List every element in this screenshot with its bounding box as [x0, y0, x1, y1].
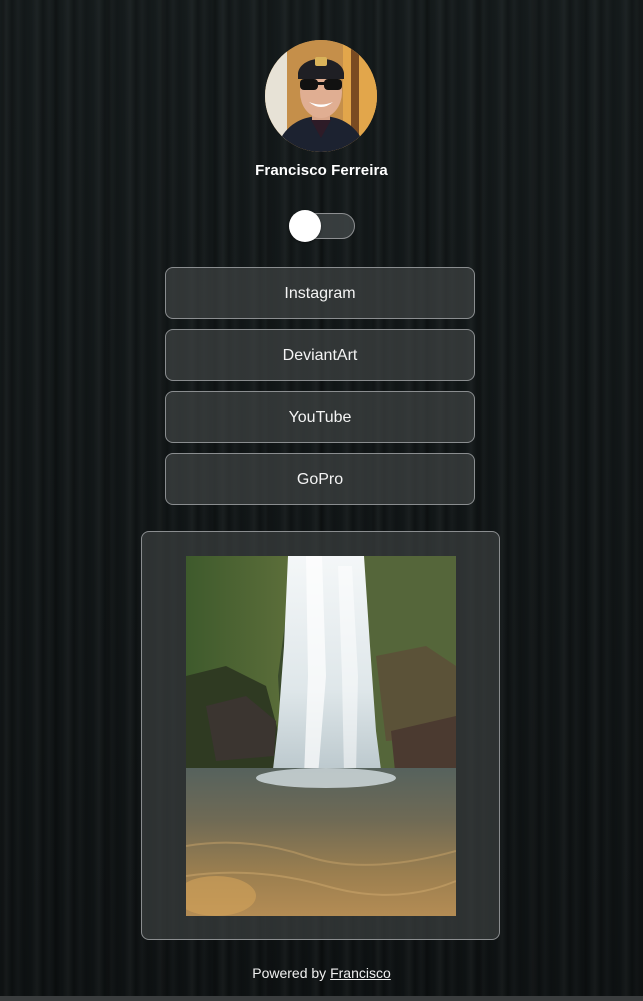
toggle-knob[interactable]	[289, 210, 321, 242]
gopro-link-button[interactable]: GoPro	[165, 453, 475, 505]
deviantart-link-button[interactable]: DeviantArt	[165, 329, 475, 381]
avatar	[265, 40, 377, 152]
featured-photo-card	[141, 531, 500, 940]
instagram-link-button[interactable]: Instagram	[165, 267, 475, 319]
footer-prefix: Powered by	[252, 965, 327, 981]
avatar-photo	[265, 40, 377, 152]
theme-toggle[interactable]	[289, 210, 355, 242]
footer-author-link[interactable]: Francisco	[330, 965, 391, 981]
bottom-bar	[0, 996, 643, 1001]
youtube-link-button[interactable]: YouTube	[165, 391, 475, 443]
profile-name: Francisco Ferreira	[255, 162, 388, 179]
waterfall-photo	[186, 556, 456, 916]
footer: Powered by Francisco	[0, 965, 643, 981]
